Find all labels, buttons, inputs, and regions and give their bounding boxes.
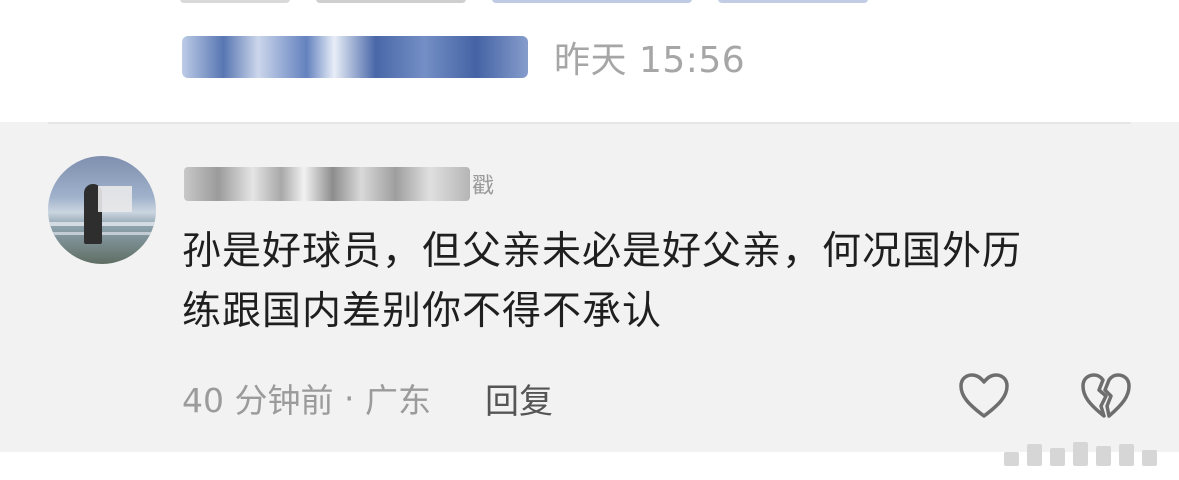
comment-username[interactable]: 戳	[184, 164, 494, 204]
blurred-text	[180, 0, 290, 3]
blurred-link[interactable]	[182, 36, 528, 78]
avatar-blur-mask	[98, 186, 132, 212]
comment-time-ago: 40 分钟前	[182, 381, 334, 420]
blurred-text	[316, 0, 466, 3]
comment-text-line: 孙是好球员，但父亲未必是好父亲，何况国外历	[182, 229, 1023, 274]
avatar-railing	[48, 222, 156, 226]
previous-comment-timestamp: 昨天 15:56	[554, 40, 746, 81]
username-suffix: 戳	[472, 174, 495, 199]
comment-meta: 40 分钟前 · 广东 回复	[182, 374, 553, 423]
watermark-mark	[1027, 444, 1042, 466]
comment-item: 戳 孙是好球员，但父亲未必是好父亲，何况国外历 练跟国内差别你不得不承认 40 …	[0, 122, 1179, 452]
comment-divider	[48, 122, 1131, 124]
watermark-mark	[1073, 442, 1088, 466]
comment-text-line: 练跟国内差别你不得不承认	[182, 289, 663, 334]
watermark-mark	[1119, 444, 1134, 466]
previous-comment-text-cutoff	[180, 0, 868, 12]
watermark-mark	[1004, 452, 1019, 466]
reply-button[interactable]: 回复	[485, 374, 553, 423]
next-item-cutoff	[0, 452, 1179, 480]
heart-outline-icon[interactable]	[958, 372, 1010, 420]
broken-heart-icon[interactable]	[1080, 372, 1132, 420]
comment-text: 孙是好球员，但父亲未必是好父亲，何况国外历 练跟国内差别你不得不承认	[182, 222, 1112, 342]
previous-comment-footer: 昨天 15:56	[182, 32, 745, 82]
avatar-railing	[48, 232, 156, 235]
blurred-link-text	[492, 0, 692, 3]
watermark-mark	[1050, 448, 1065, 466]
blurred-link-text	[718, 0, 868, 3]
watermark-mark	[1142, 450, 1157, 466]
meta-separator: ·	[333, 378, 365, 418]
blurred-username	[184, 167, 470, 201]
comment-location: 广东	[364, 381, 431, 420]
previous-comment: 昨天 15:56	[0, 0, 1179, 122]
watermark-mark	[1096, 446, 1111, 466]
watermark	[1004, 442, 1157, 466]
user-avatar[interactable]	[48, 156, 156, 264]
